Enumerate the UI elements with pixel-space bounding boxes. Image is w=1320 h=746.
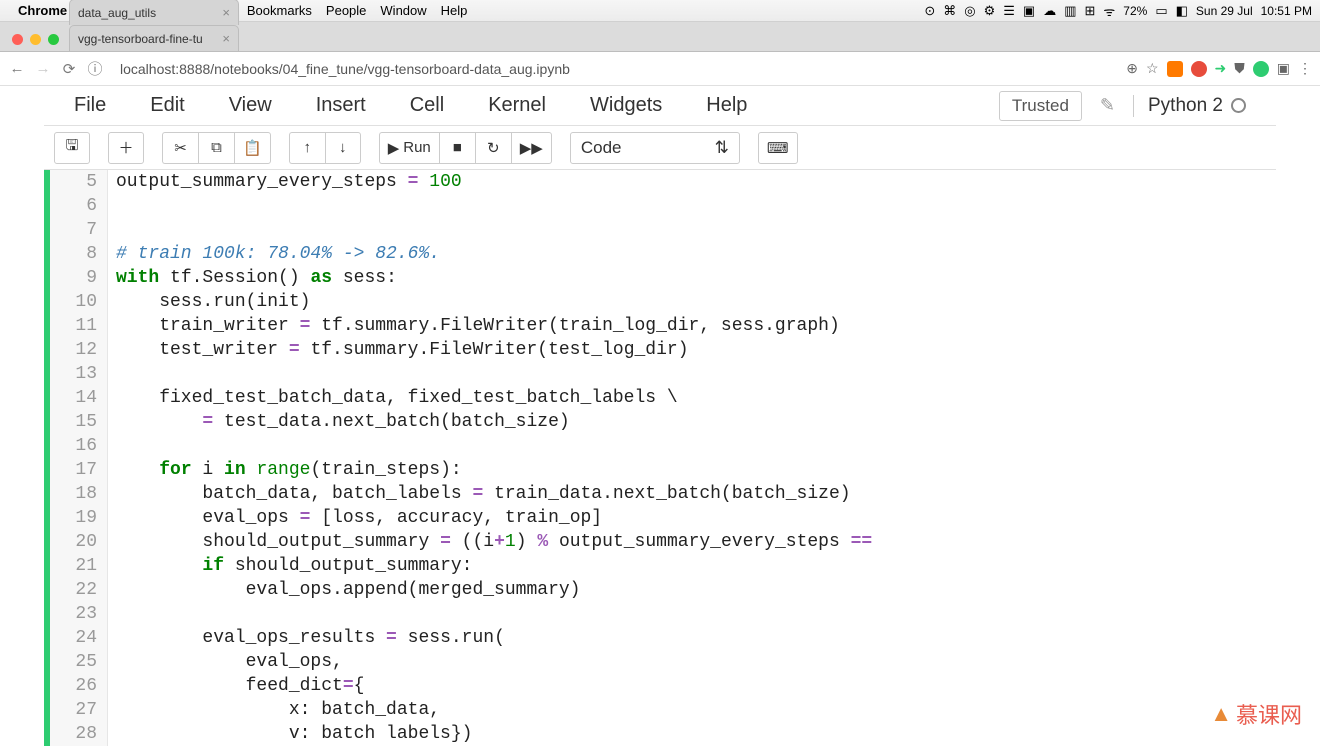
code-cell[interactable]: 5678910111213141516171819202122232425262…	[44, 170, 1276, 746]
menubar-item-window[interactable]: Window	[380, 3, 426, 18]
menubar-item-help[interactable]: Help	[441, 3, 468, 18]
status-icon: ⊙	[924, 3, 935, 19]
extension-icon[interactable]	[1253, 61, 1269, 77]
menubar-date: Sun 29 Jul	[1196, 4, 1253, 18]
extension-icon[interactable]: ➜	[1215, 60, 1227, 77]
kernel-indicator[interactable]: Python 2	[1133, 95, 1246, 117]
extension-icon[interactable]	[1167, 61, 1183, 77]
menu-icon[interactable]: ⋮	[1298, 60, 1312, 77]
restart-run-all-button[interactable]: ▶▶	[511, 132, 552, 164]
add-cell-button[interactable]: ＋	[108, 132, 144, 164]
address-bar[interactable]: localhost:8888/notebooks/04_fine_tune/vg…	[112, 57, 1118, 81]
battery-percent: 72%	[1123, 4, 1147, 18]
battery-icon: ▭	[1155, 3, 1167, 19]
jupyter-menu-cell[interactable]: Cell	[410, 94, 444, 116]
menubar-status: ⊙ ⌘ ◎ ⚙ ☰ ▣ ☁ ▥ ⊞ ᯤ 72% ▭ ◧ Sun 29 Jul 1…	[924, 2, 1312, 20]
chevron-updown-icon: ⇅	[715, 138, 729, 158]
run-button[interactable]: ▶ Run	[379, 132, 439, 164]
close-window-icon[interactable]	[12, 34, 23, 45]
minimize-window-icon[interactable]	[30, 34, 41, 45]
zoom-icon[interactable]: ⊕	[1126, 60, 1138, 77]
status-icon: ☰	[1003, 3, 1015, 19]
jupyter-menu-kernel[interactable]: Kernel	[488, 94, 546, 116]
jupyter-toolbar: 🖫 ＋ ✂ ⧉ 📋 ↑ ↓ ▶ Run ■ ↻ ▶▶ Code ⇅ ⌨	[44, 126, 1276, 170]
line-number-gutter: 5678910111213141516171819202122232425262…	[50, 170, 108, 746]
extension-icon[interactable]: ⛊	[1234, 60, 1245, 77]
edit-icon[interactable]: ✎	[1100, 95, 1115, 116]
cell-type-label: Code	[581, 138, 622, 158]
kernel-status-icon	[1231, 98, 1246, 113]
app-name[interactable]: Chrome	[18, 3, 67, 18]
wifi-icon: ᯤ	[1103, 2, 1115, 20]
trusted-indicator[interactable]: Trusted	[999, 91, 1082, 121]
copy-button[interactable]: ⧉	[198, 132, 234, 164]
window-controls[interactable]	[8, 34, 69, 51]
tab-label: data_aug_utils	[78, 6, 216, 20]
tab-label: vgg-tensorboard-fine-tu	[78, 32, 216, 46]
jupyter-menu-widgets[interactable]: Widgets	[590, 94, 662, 116]
close-tab-icon[interactable]: ×	[222, 31, 230, 46]
watermark-text: 慕课网	[1236, 698, 1302, 730]
back-icon[interactable]: ←	[8, 60, 26, 77]
maximize-window-icon[interactable]	[48, 34, 59, 45]
browser-tab[interactable]: vgg-tensorboard-fine-tu ×	[69, 25, 239, 51]
star-icon[interactable]: ☆	[1146, 60, 1159, 77]
menubar-item-bookmarks[interactable]: Bookmarks	[247, 3, 312, 18]
save-button[interactable]: 🖫	[54, 132, 90, 164]
restart-button[interactable]: ↻	[475, 132, 511, 164]
paste-button[interactable]: 📋	[234, 132, 271, 164]
jupyter-menu-insert[interactable]: Insert	[316, 94, 366, 116]
status-icon: ⊞	[1085, 3, 1096, 19]
close-tab-icon[interactable]: ×	[222, 5, 230, 20]
menubar-item-people[interactable]: People	[326, 3, 366, 18]
browser-tabstrip: 04_fine_tune/×vgg-tensorboard×vgg-tensor…	[0, 22, 1320, 52]
kernel-name: Python 2	[1148, 95, 1223, 117]
browser-tab[interactable]: data_aug_utils ×	[69, 0, 239, 25]
status-icon: ⌘	[943, 3, 956, 19]
jupyter-menu-edit[interactable]: Edit	[150, 94, 184, 116]
browser-toolbar: ← → ⟳ ⓘ localhost:8888/notebooks/04_fine…	[0, 52, 1320, 86]
jupyter-menu-help[interactable]: Help	[706, 94, 747, 116]
reload-icon[interactable]: ⟳	[60, 60, 78, 78]
status-icon: ▣	[1023, 3, 1035, 19]
cut-button[interactable]: ✂	[162, 132, 198, 164]
move-up-button[interactable]: ↑	[289, 132, 325, 164]
cell-type-select[interactable]: Code ⇅	[570, 132, 740, 164]
forward-icon[interactable]: →	[34, 60, 52, 77]
run-label: Run	[403, 139, 431, 156]
status-icon: ⚙	[984, 3, 996, 19]
jupyter-menu-view[interactable]: View	[229, 94, 272, 116]
cloud-icon: ☁	[1043, 3, 1056, 19]
status-icon: ▥	[1064, 3, 1076, 19]
menubar-time: 10:51 PM	[1261, 4, 1312, 18]
flame-icon: ▲	[1210, 701, 1232, 727]
code-editor[interactable]: output_summary_every_steps = 100 # train…	[108, 170, 1276, 746]
notebook-area: 5678910111213141516171819202122232425262…	[0, 170, 1320, 746]
command-palette-button[interactable]: ⌨	[758, 132, 798, 164]
jupyter-menu-file[interactable]: File	[74, 94, 106, 116]
status-icon: ◎	[964, 3, 975, 19]
extension-icon[interactable]	[1191, 61, 1207, 77]
move-down-button[interactable]: ↓	[325, 132, 361, 164]
jupyter-menubar: FileEditViewInsertCellKernelWidgetsHelp …	[44, 86, 1276, 126]
extension-icon[interactable]: ▣	[1277, 60, 1290, 77]
interrupt-button[interactable]: ■	[439, 132, 475, 164]
site-info-icon[interactable]: ⓘ	[86, 58, 104, 79]
watermark: ▲ 慕课网	[1210, 698, 1302, 730]
status-icon: ◧	[1176, 3, 1188, 19]
